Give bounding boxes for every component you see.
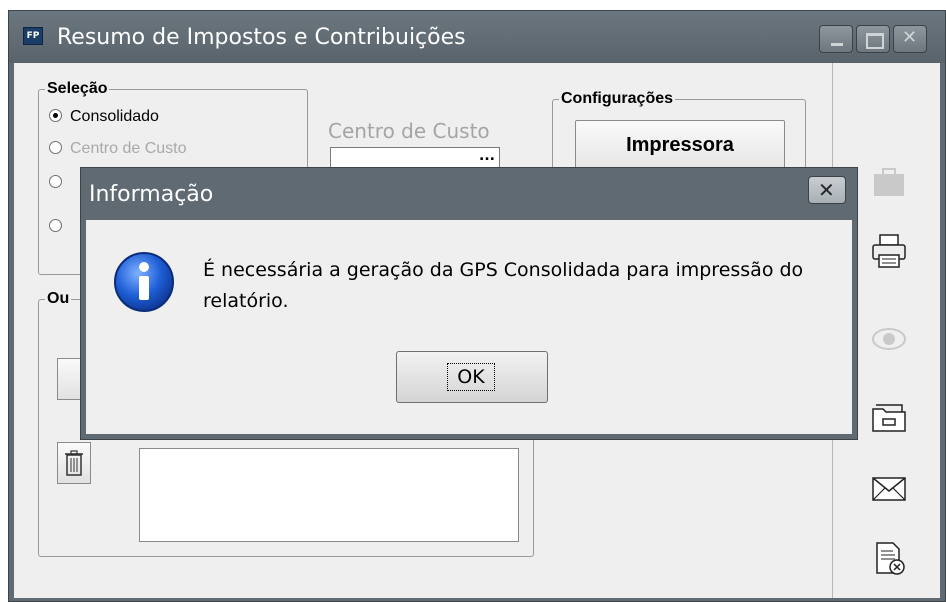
minimize-button[interactable] bbox=[819, 25, 853, 53]
selecao-label: Seleção bbox=[45, 80, 110, 98]
printer-icon[interactable] bbox=[869, 231, 909, 271]
dialog-close-button[interactable] bbox=[808, 176, 846, 204]
radio-dot bbox=[49, 141, 62, 154]
briefcase-icon[interactable] bbox=[869, 161, 909, 201]
ok-label: OK bbox=[447, 363, 495, 391]
folder-icon[interactable] bbox=[869, 397, 909, 437]
delete-button[interactable] bbox=[57, 442, 91, 484]
info-dialog: Informação É necessária a geração da GPS… bbox=[80, 167, 858, 440]
outros-list[interactable] bbox=[139, 448, 519, 542]
configuracoes-label: Configurações bbox=[559, 90, 676, 108]
radio-dot bbox=[49, 175, 62, 188]
dialog-title: Informação bbox=[89, 182, 214, 207]
info-icon bbox=[114, 252, 174, 312]
lookup-button[interactable]: ... bbox=[479, 148, 495, 164]
trash-icon bbox=[65, 450, 83, 476]
ok-button[interactable]: OK bbox=[396, 351, 548, 403]
dialog-body: É necessária a geração da GPS Consolidad… bbox=[86, 220, 852, 434]
mail-icon[interactable] bbox=[869, 469, 909, 509]
radio-centro-custo[interactable]: Centro de Custo bbox=[49, 140, 187, 158]
outros-label: Ou bbox=[45, 290, 72, 308]
dialog-title-bar: Informação bbox=[81, 168, 857, 220]
maximize-button[interactable] bbox=[856, 25, 890, 53]
centro-custo-label: Centro de Custo bbox=[328, 119, 490, 143]
app-fp-icon: FP bbox=[23, 27, 43, 45]
main-title-bar: FP Resumo de Impostos e Contribuições bbox=[9, 11, 945, 63]
preview-eye-icon[interactable] bbox=[869, 319, 909, 359]
dialog-message: É necessária a geração da GPS Consolidad… bbox=[203, 259, 804, 312]
window-title: Resumo de Impostos e Contribuições bbox=[57, 25, 466, 50]
radio-dot bbox=[49, 219, 62, 232]
radio-dot bbox=[49, 109, 62, 122]
radio-consolidado[interactable]: Consolidado bbox=[49, 108, 159, 126]
radio-option-4[interactable] bbox=[49, 218, 70, 236]
radio-option-3[interactable] bbox=[49, 174, 70, 192]
close-button[interactable] bbox=[893, 25, 927, 53]
cancel-document-icon[interactable] bbox=[869, 539, 909, 579]
